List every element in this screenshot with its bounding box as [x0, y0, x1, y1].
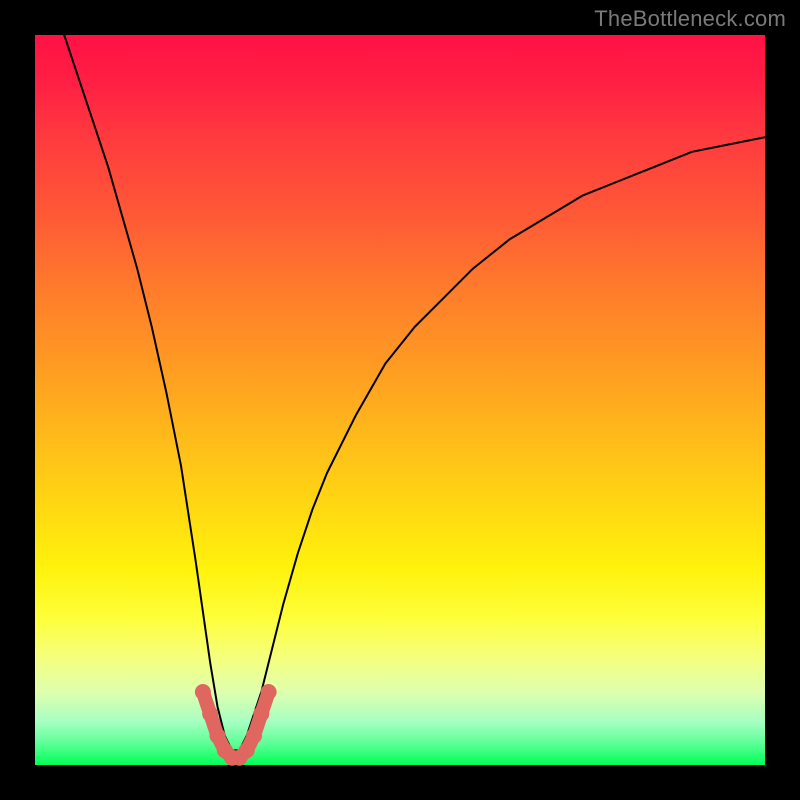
optimal-zone-point	[253, 706, 269, 722]
optimal-zone-highlight	[195, 684, 277, 766]
optimal-zone-point	[246, 728, 262, 744]
watermark-text: TheBottleneck.com	[594, 6, 786, 32]
optimal-zone-point	[202, 706, 218, 722]
optimal-zone-point	[261, 684, 277, 700]
curve-layer	[35, 35, 765, 765]
bottleneck-curve	[64, 35, 765, 750]
optimal-zone-point	[195, 684, 211, 700]
optimal-zone-point	[210, 728, 226, 744]
outer-frame: TheBottleneck.com	[0, 0, 800, 800]
optimal-zone-point	[239, 742, 255, 758]
